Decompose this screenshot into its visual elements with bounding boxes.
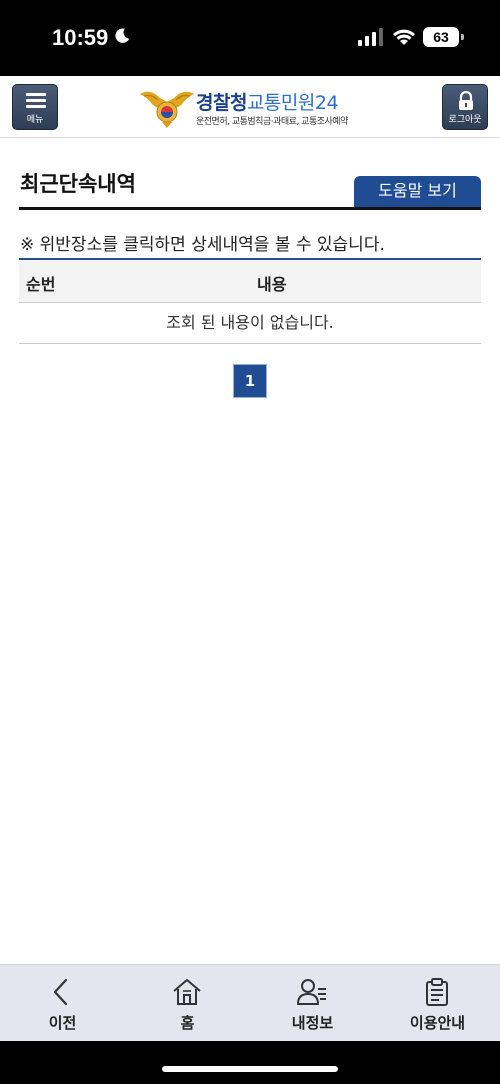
menu-button[interactable]: 메뉴 xyxy=(12,84,58,130)
moon-icon xyxy=(115,28,130,43)
cellular-signal-icon xyxy=(358,28,383,46)
home-icon xyxy=(173,979,201,1005)
site-logo[interactable]: 경찰청교통민원24 운전면허, 교통범칙금·과태료, 교통조사예약 xyxy=(138,84,368,132)
wifi-icon xyxy=(393,29,415,45)
logo-title: 경찰청교통민원24 xyxy=(196,92,339,114)
home-bar-area xyxy=(0,1041,500,1084)
nav-guide[interactable]: 이용안내 xyxy=(375,965,500,1042)
status-bar: 10:59 63 xyxy=(0,0,500,76)
bottom-nav: 이전 홈 내정보 이용안내 xyxy=(0,964,500,1041)
status-time: 10:59 xyxy=(52,25,109,50)
lock-icon xyxy=(459,91,473,110)
clipboard-icon xyxy=(426,978,448,1006)
nav-home-label: 홈 xyxy=(180,1014,195,1032)
logout-button-label: 로그아웃 xyxy=(448,115,482,125)
nav-my-info-label: 내정보 xyxy=(291,1014,334,1032)
menu-button-label: 메뉴 xyxy=(26,115,44,125)
column-header-no: 순번 xyxy=(26,275,56,294)
chevron-left-icon xyxy=(53,978,68,1006)
empty-message: 조회 된 내용이 없습니다. xyxy=(19,303,481,344)
app-header: 메뉴 경찰청교통민원24 운전면허, 교통범칙금·과태료, 교통조사예약 로그아… xyxy=(0,76,500,138)
nav-back[interactable]: 이전 xyxy=(0,965,125,1042)
nav-guide-label: 이용안내 xyxy=(409,1014,466,1032)
table-header: 순번 내용 xyxy=(19,258,481,303)
home-indicator[interactable] xyxy=(162,1066,338,1072)
violation-table: 순번 내용 조회 된 내용이 없습니다. xyxy=(19,258,481,344)
page-title: 최근단속내역 xyxy=(20,172,136,196)
battery-indicator: 63 xyxy=(423,27,464,47)
police-emblem-icon xyxy=(140,91,194,128)
logo-subtitle: 운전면허, 교통범칙금·과태료, 교통조사예약 xyxy=(196,117,348,127)
logout-button[interactable]: 로그아웃 xyxy=(442,84,488,130)
hamburger-icon xyxy=(26,93,46,109)
title-divider xyxy=(19,207,481,210)
pagination-page-1[interactable]: 1 xyxy=(233,364,267,398)
column-header-content: 내용 xyxy=(257,275,287,294)
nav-home[interactable]: 홈 xyxy=(125,965,250,1042)
nav-my-info[interactable]: 내정보 xyxy=(250,965,375,1042)
user-info-icon xyxy=(297,979,326,1005)
notice-text: ※ 위반장소를 클릭하면 상세내역을 볼 수 있습니다. xyxy=(20,235,385,255)
help-button[interactable]: 도움말 보기 xyxy=(354,176,481,208)
nav-back-label: 이전 xyxy=(48,1014,77,1032)
